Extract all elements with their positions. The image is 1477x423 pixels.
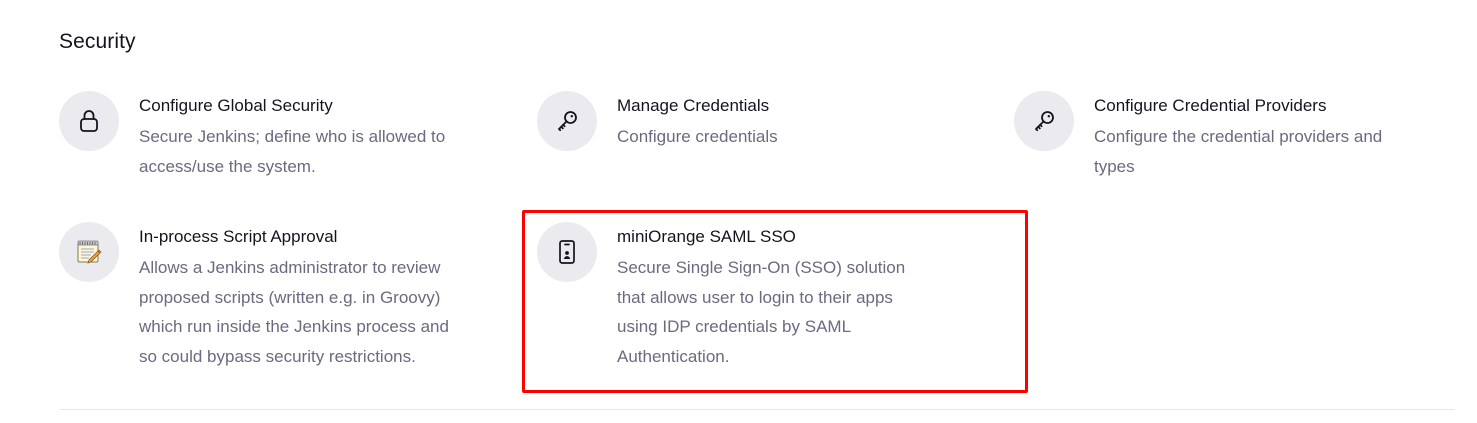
in-process-script-approval-link[interactable]: In-process Script Approval Allows a Jenk… [59,222,499,377]
key-icon [537,91,597,151]
section-divider [59,409,1454,410]
configure-credential-providers-link[interactable]: Configure Credential Providers Configure… [1014,91,1454,186]
item-description: Configure the credential providers and t… [1094,127,1383,176]
item-title: Configure Credential Providers [1094,96,1327,115]
item-title: Configure Global Security [139,96,333,115]
item-description: Secure Jenkins; define who is allowed to… [139,127,446,176]
item-description: Configure credentials [617,127,778,146]
notepad-icon [59,222,119,282]
mobile-badge-icon [537,222,597,282]
section-title: Security [59,30,136,53]
item-description: Allows a Jenkins administrator to review… [139,258,449,366]
item-title: In-process Script Approval [139,227,338,246]
configure-global-security-link[interactable]: Configure Global Security Secure Jenkins… [59,91,499,186]
item-description: Secure Single Sign-On (SSO) solution tha… [617,258,906,366]
miniorange-saml-sso-link[interactable]: miniOrange SAML SSO Secure Single Sign-O… [537,222,977,377]
item-title: miniOrange SAML SSO [617,227,796,246]
lock-icon [59,91,119,151]
key-icon [1014,91,1074,151]
manage-credentials-link[interactable]: Manage Credentials Configure credentials [537,91,977,161]
item-title: Manage Credentials [617,96,770,115]
